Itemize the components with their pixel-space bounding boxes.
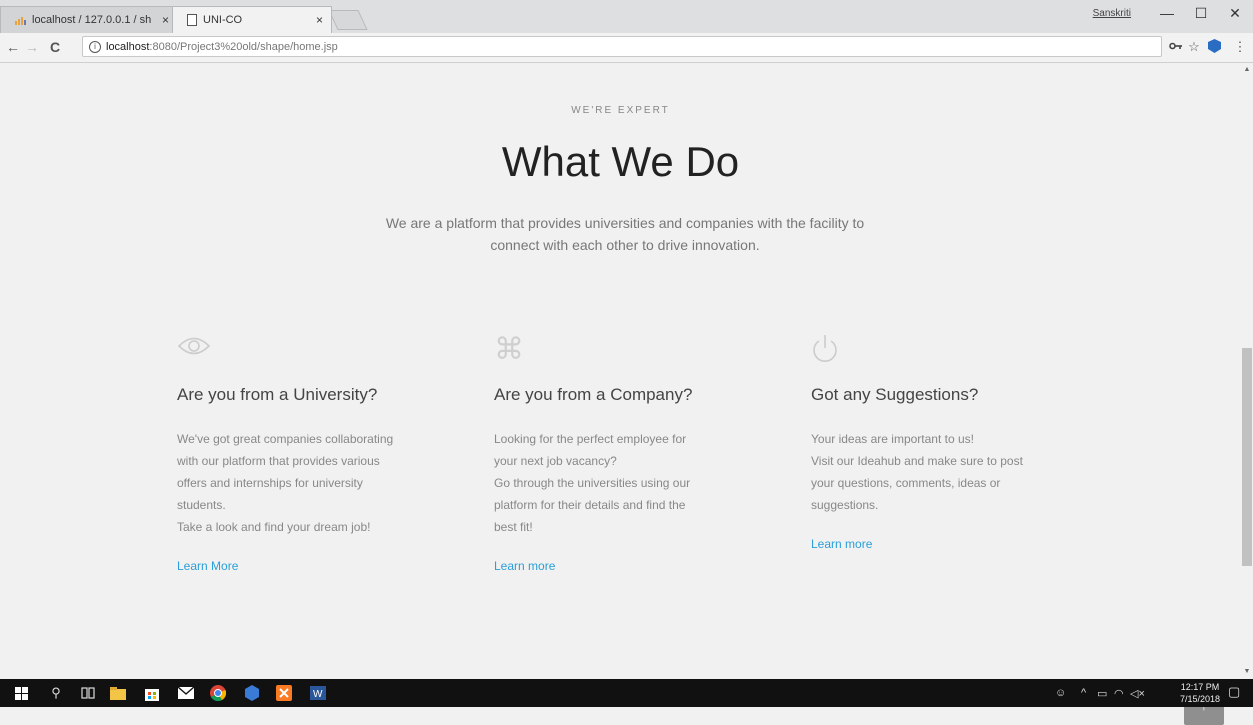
feature-description: Your ideas are important to us! Visit ou… [811,428,1091,516]
feature-suggestions: Got any Suggestions? Your ideas are impo… [811,333,1091,551]
url-path: :8080/Project3%20old/shape/home.jsp [149,40,338,53]
feature-title: Are you from a University? [177,385,378,404]
description-line: Visit our Ideahub and make sure to post [811,454,1023,468]
description-line: with our platform that provides various [177,454,380,468]
forward-arrow-icon[interactable]: → [24,39,40,55]
lead-line: connect with each other to drive innovat… [490,237,760,253]
bookmark-star-icon[interactable]: ☆ [1186,39,1202,55]
svg-text:W: W [313,689,323,700]
tab-uni-co[interactable]: UNI-CO × [172,6,332,33]
feature-description: Looking for the perfect employee for you… [494,428,774,538]
tab-close-icon[interactable]: × [316,13,323,27]
clock-time: 12:17 PM [1180,682,1220,692]
feature-description: We've got great companies collaborating … [177,428,457,538]
description-line: Go through the universities using our [494,476,691,490]
extension-icon[interactable] [1206,39,1222,56]
tab-title: UNI-CO [203,14,243,26]
tab-close-icon[interactable]: × [162,13,169,27]
scroll-up-arrow-icon[interactable]: ▲ [1241,66,1253,73]
description-line: offers and internships for university [177,476,363,490]
close-window-icon[interactable]: ✕ [1225,5,1245,22]
show-hidden-icons-icon[interactable]: ^ [1081,687,1086,699]
chrome-icon[interactable] [210,685,226,701]
battery-icon[interactable]: ▭ [1097,687,1107,700]
feature-title: Are you from a Company? [494,385,693,404]
scroll-down-arrow-icon[interactable]: ▼ [1241,668,1253,675]
site-info-icon[interactable]: i [89,40,101,53]
address-toolbar: ← → C i localhost:8080/Project3%20old/sh… [0,33,1253,63]
task-view-icon[interactable] [80,685,96,701]
description-line: Your ideas are important to us! [811,432,974,446]
description-line: Take a look and find your dream job! [177,520,371,534]
menu-kebab-icon[interactable]: ⋮ [1232,39,1248,55]
windows-taskbar: ⚲ W ☺ ^ ▭ ◠ ◁× 12:17 PM 7/15/2018 ▢ [0,679,1253,707]
eye-icon [177,333,217,367]
scrollbar-thumb[interactable] [1242,348,1252,566]
store-icon[interactable] [144,685,160,701]
description-line: your next job vacancy? [494,454,617,468]
profile-name[interactable]: Sanskriti [1093,8,1131,19]
back-arrow-icon[interactable]: ← [5,39,21,55]
url-host: localhost [106,40,150,53]
mail-icon[interactable] [178,685,194,701]
virtualbox-icon[interactable] [244,685,260,701]
search-icon[interactable]: ⚲ [48,685,64,701]
action-center-icon[interactable]: ▢ [1228,684,1240,700]
word-icon[interactable]: W [310,685,326,701]
description-line: We've got great companies collaborating [177,432,394,446]
minimize-icon[interactable]: — [1157,5,1177,21]
page-favicon-icon [187,14,197,26]
url-bar[interactable]: i localhost:8080/Project3%20old/shape/ho… [82,36,1162,57]
phpmyadmin-favicon-icon [15,15,27,25]
description-line: students. [177,498,226,512]
section-eyebrow: WE'RE EXPERT [571,105,670,116]
tab-phpmyadmin[interactable]: localhost / 127.0.0.1 / sh × [0,6,178,33]
learn-more-link[interactable]: Learn more [494,559,774,573]
learn-more-link[interactable]: Learn More [177,559,457,573]
power-icon [811,333,851,367]
feature-university: Are you from a University? We've got gre… [177,333,457,573]
description-line: best fit! [494,520,533,534]
page-content: WE'RE EXPERT What We Do We are a platfor… [0,63,1241,725]
feature-company: ⌘ Are you from a Company? Looking for th… [494,333,774,573]
key-icon[interactable] [1168,39,1184,54]
description-line: your questions, comments, ideas or [811,476,1001,490]
learn-more-link[interactable]: Learn more [811,537,1091,551]
new-tab-button[interactable] [328,10,368,30]
page-title: What We Do [501,138,740,185]
tab-title: localhost / 127.0.0.1 / sh [32,14,152,26]
people-icon[interactable]: ☺ [1055,687,1066,699]
wifi-icon[interactable]: ◠ [1114,687,1124,700]
browser-tab-bar: localhost / 127.0.0.1 / sh × UNI-CO × Sa… [0,0,1253,33]
reload-icon[interactable]: C [47,39,63,55]
clock-date: 7/15/2018 [1180,694,1221,704]
file-explorer-icon[interactable] [110,685,126,701]
maximize-icon[interactable]: ☐ [1191,5,1211,22]
section-lead: We are a platform that provides universi… [300,212,950,256]
description-line: suggestions. [811,498,879,512]
windows-start-icon[interactable] [13,685,29,701]
feature-title: Got any Suggestions? [811,385,979,404]
volume-muted-icon[interactable]: ◁× [1130,687,1145,700]
command-icon: ⌘ [494,333,524,366]
xampp-icon[interactable] [276,685,292,701]
description-line: platform for their details and find the [494,498,686,512]
lead-line: We are a platform that provides universi… [385,215,865,231]
system-clock[interactable]: 12:17 PM 7/15/2018 [1180,681,1220,705]
description-line: Looking for the perfect employee for [494,432,687,446]
